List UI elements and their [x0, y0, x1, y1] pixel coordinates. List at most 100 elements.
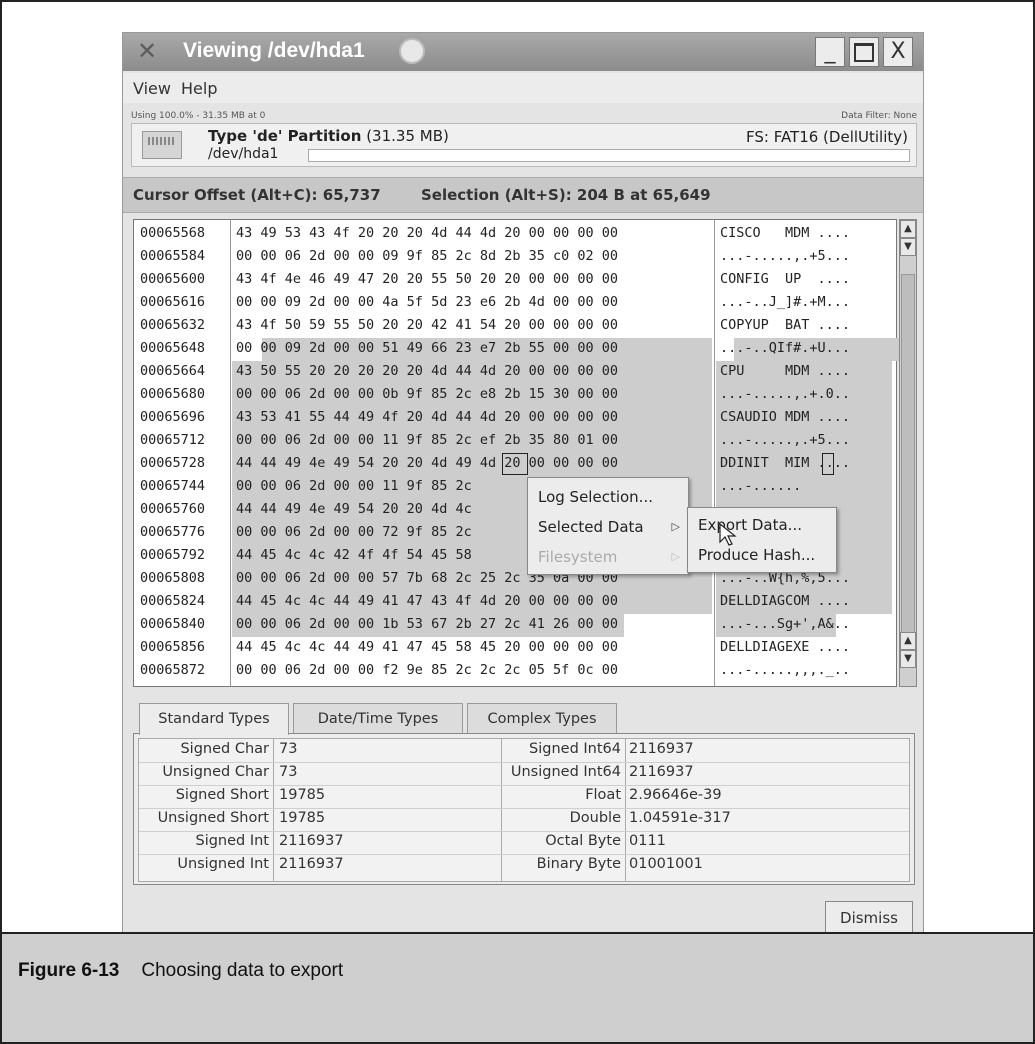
hex-bytes: 43 4f 50 59 55 50 20 20 42 41 54 20 00 0… — [236, 317, 619, 333]
hex-bytes: 44 44 49 4e 49 54 20 20 4d 49 4d 20 00 0… — [236, 455, 619, 471]
hex-ascii: CISCO MDM .... — [720, 225, 851, 241]
tab-complex-types[interactable]: Complex Types — [467, 703, 617, 733]
menu-bar: View Help — [123, 73, 923, 103]
row-sep — [139, 808, 909, 809]
menu-log-selection[interactable]: Log Selection... — [528, 482, 688, 512]
row-sep — [139, 854, 909, 855]
partition-type: Type 'de' Partition (31.35 MB) — [208, 127, 449, 145]
type-label-text: Octal Byte — [545, 833, 621, 849]
hex-ascii: ...-.....,,,._.. — [720, 662, 851, 678]
menu-produce-hash[interactable]: Produce Hash... — [688, 540, 836, 570]
type-value: 0111 — [629, 833, 666, 849]
hex-offset: 00065664 — [140, 363, 206, 379]
partition-info: Using 100.0% - 31.35 MB at 0 Data Filter… — [131, 107, 917, 169]
type-label-text: Signed Int64 — [529, 741, 621, 757]
type-label: Signed Int64 — [139, 741, 621, 763]
minimize-button[interactable]: _ — [815, 37, 845, 67]
byte-cursor — [502, 453, 528, 475]
offset-status-bar: Cursor Offset (Alt+C): 65,737 Selection … — [123, 177, 923, 213]
tab-date-time-types[interactable]: Date/Time Types — [293, 703, 463, 733]
caption-text: Choosing data to export — [141, 960, 344, 981]
selected-data-submenu: Export Data... Produce Hash... — [687, 507, 837, 573]
scroll-down-button-bottom[interactable]: ▼ — [900, 650, 916, 668]
hex-bytes: 00 00 06 2d 00 00 11 9f 85 2c ef 2b 35 8… — [236, 432, 619, 448]
row-sep — [139, 785, 909, 786]
hex-offset: 00065872 — [140, 662, 206, 678]
hex-ascii: DDINIT MIM .... — [720, 455, 851, 471]
title-bar[interactable]: ✕ Viewing /dev/hda1 _ X — [123, 33, 923, 71]
hex-bytes: 43 50 55 20 20 20 20 20 4d 44 4d 20 00 0… — [236, 363, 619, 379]
scroll-thumb[interactable] — [901, 274, 915, 634]
hex-ascii: ...-...Sg+',A&.. — [720, 616, 851, 632]
figure-caption: Figure 6-13 Choosing data to export — [18, 960, 343, 982]
close-button[interactable]: X — [883, 37, 913, 67]
filesystem-label: FS: FAT16 (DellUtility) — [745, 128, 908, 146]
type-value: 2116937 — [629, 741, 694, 757]
hex-offset: 00065680 — [140, 386, 206, 402]
hex-offset: 00065568 — [140, 225, 206, 241]
hex-offset: 00065840 — [140, 616, 206, 632]
hex-offset: 00065856 — [140, 639, 206, 655]
hex-ascii: ...-...... — [720, 478, 802, 494]
scroll-down-button[interactable]: ▼ — [900, 238, 916, 256]
hex-offset: 00065648 — [140, 340, 206, 356]
tab-standard-types[interactable]: Standard Types — [139, 703, 289, 735]
hex-bytes: 00 00 09 2d 00 00 4a 5f 5d 23 e6 2b 4d 0… — [236, 294, 619, 310]
hex-bytes: 00 00 06 2d 00 00 09 9f 85 2c 8d 2b 35 c… — [236, 248, 619, 264]
type-label: Float — [139, 787, 621, 809]
partition-box: Type 'de' Partition (31.35 MB) /dev/hda1… — [131, 123, 917, 167]
type-label-text: Float — [585, 787, 621, 803]
type-value: 2116937 — [629, 764, 694, 780]
menu-help[interactable]: Help — [181, 79, 217, 98]
hex-bytes: 43 4f 4e 46 49 47 20 20 55 50 20 20 00 0… — [236, 271, 619, 287]
hex-ascii: ...-.....,.+5... — [720, 248, 851, 264]
scroll-up-button-bottom[interactable]: ▲ — [900, 632, 916, 650]
figure-frame: ✕ Viewing /dev/hda1 _ X View Help Using … — [0, 0, 1035, 1044]
hex-view[interactable]: 00065568 43 49 53 43 4f 20 20 20 4d 44 4d… — [133, 219, 910, 687]
hex-offset: 00065824 — [140, 593, 206, 609]
app-x-icon: ✕ — [137, 37, 158, 65]
type-label-text: Unsigned Int64 — [510, 764, 621, 780]
hex-ascii: DELLDIAGEXE .... — [720, 639, 851, 655]
type-label: Double — [139, 810, 621, 832]
menu-selected-data[interactable]: Selected Data ▷ — [528, 512, 688, 542]
hex-scrollbar[interactable]: ▲ ▼ ▲ ▼ — [899, 219, 917, 687]
menu-export-data[interactable]: Export Data... — [688, 510, 836, 540]
maximize-button[interactable] — [849, 37, 879, 67]
type-value: 1.04591e-317 — [629, 810, 731, 826]
hex-ascii: CONFIG UP .... — [720, 271, 851, 287]
hex-offset: 00065792 — [140, 547, 206, 563]
hex-offset: 00065632 — [140, 317, 206, 333]
cursor-offset[interactable]: Cursor Offset (Alt+C): 65,737 — [133, 186, 381, 204]
type-label: Unsigned Int64 — [139, 764, 621, 786]
hex-bytes: 00 00 06 2d 00 00 f2 9e 85 2c 2c 2c 05 5… — [236, 662, 619, 678]
selection-info[interactable]: Selection (Alt+S): 204 B at 65,649 — [421, 186, 711, 204]
scroll-up-button[interactable]: ▲ — [900, 220, 916, 238]
figure-number: Figure 6-13 — [18, 960, 120, 981]
type-values-panel: Signed Char 73 Signed Int64 2116937 Unsigned… — [133, 733, 915, 885]
usage-progress-bar — [308, 149, 910, 162]
row-sep — [139, 762, 909, 763]
caption-bar: Figure 6-13 Choosing data to export — [2, 932, 1033, 1042]
drive-icon — [142, 131, 182, 159]
offset-divider — [230, 220, 231, 686]
hex-ascii: ...-..QIf#.+U... — [720, 340, 851, 356]
dismiss-button[interactable]: Dismiss — [825, 901, 913, 935]
hex-offset: 00065616 — [140, 294, 206, 310]
maximize-icon — [854, 42, 874, 62]
menu-view[interactable]: View — [133, 79, 171, 98]
type-value: 01001001 — [629, 856, 703, 872]
row-sep — [139, 831, 909, 832]
hex-ascii: CSAUDIO MDM .... — [720, 409, 851, 425]
type-value: 2.96646e-39 — [629, 787, 722, 803]
window-title: Viewing /dev/hda1 — [183, 39, 365, 62]
type-label-text: Double — [569, 810, 621, 826]
hex-offset: 00065584 — [140, 248, 206, 264]
hex-offset: 00065712 — [140, 432, 206, 448]
hex-ascii: ...-.....,.+5... — [720, 432, 851, 448]
hex-bytes: 00 00 06 2d 00 00 1b 53 67 2b 27 2c 41 2… — [236, 616, 619, 632]
hex-ascii: COPYUP BAT .... — [720, 317, 851, 333]
col-sep — [625, 739, 626, 881]
hex-offset: 00065808 — [140, 570, 206, 586]
hex-offset: 00065600 — [140, 271, 206, 287]
